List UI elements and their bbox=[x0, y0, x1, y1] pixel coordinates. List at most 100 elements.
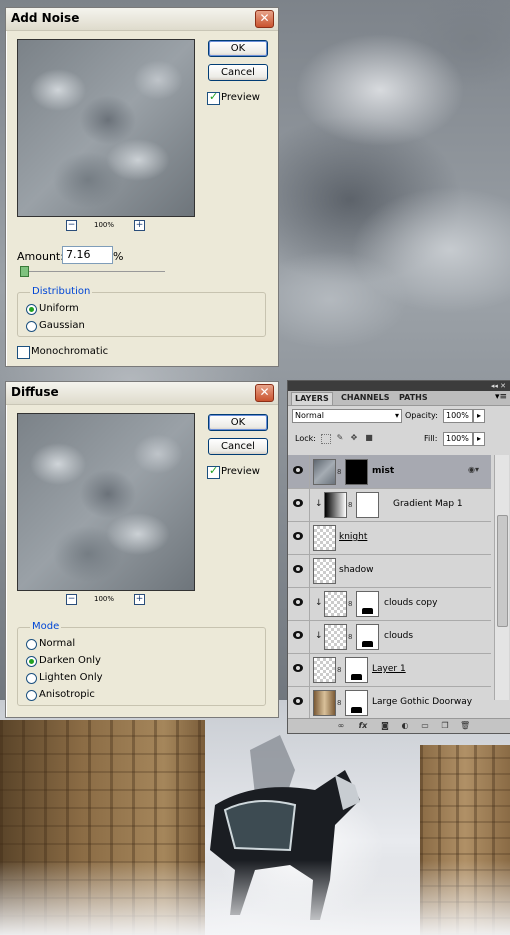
layer-row-clouds[interactable]: ↓ 8 clouds bbox=[288, 620, 491, 654]
distribution-uniform-radio[interactable] bbox=[26, 304, 37, 315]
monochromatic-checkbox[interactable] bbox=[17, 346, 30, 359]
layer-name: clouds bbox=[384, 631, 414, 641]
ok-button[interactable]: OK bbox=[208, 414, 268, 431]
layer-row-layer-1[interactable]: 8 Layer 1 bbox=[288, 653, 491, 687]
amount-slider-track[interactable] bbox=[20, 271, 165, 272]
visibility-cell bbox=[288, 620, 310, 653]
layer-row-clouds-copy[interactable]: ↓ 8 clouds copy bbox=[288, 587, 491, 621]
visibility-cell bbox=[288, 554, 310, 587]
lock-image-pixels-icon[interactable]: ✎ bbox=[336, 434, 344, 442]
preview-checkbox[interactable] bbox=[207, 464, 220, 479]
add-layer-style-icon[interactable]: fx bbox=[358, 721, 368, 731]
layers-panel: ◂◂ ✕ LAYERS CHANNELS PATHS ▾≡ Normal ▾ O… bbox=[287, 380, 510, 734]
link-icon[interactable]: 8 bbox=[348, 501, 352, 509]
layer-name: mist bbox=[372, 466, 395, 476]
layer-row-mist[interactable]: 8 mist ◉▾ bbox=[288, 455, 491, 489]
blend-mode-select[interactable]: Normal ▾ bbox=[292, 409, 402, 423]
clipping-arrow-icon: ↓ bbox=[315, 598, 323, 608]
monochromatic-label: Monochromatic bbox=[31, 346, 109, 357]
trash-icon[interactable]: 🗑 bbox=[460, 721, 470, 731]
amount-input[interactable]: 7.16 bbox=[62, 246, 113, 264]
lock-position-icon[interactable]: ✥ bbox=[350, 434, 358, 442]
amount-slider-thumb[interactable] bbox=[20, 266, 29, 277]
preview-image[interactable] bbox=[17, 413, 195, 591]
eye-icon[interactable] bbox=[293, 466, 303, 474]
cancel-button[interactable]: Cancel bbox=[208, 438, 268, 455]
opacity-arrow-icon[interactable]: ▸ bbox=[473, 409, 485, 423]
layer-thumbnail bbox=[313, 690, 336, 716]
tab-paths[interactable]: PATHS bbox=[396, 392, 431, 404]
mode-lighten-only-label: Lighten Only bbox=[39, 672, 103, 683]
opacity-input[interactable]: 100% bbox=[443, 409, 473, 423]
mist-overlay bbox=[0, 860, 510, 935]
layers-panel-footer: ∞ fx ◙ ◐ ▭ ❐ 🗑 bbox=[288, 718, 510, 733]
link-icon[interactable]: 8 bbox=[337, 699, 341, 707]
scroll-thumb[interactable] bbox=[497, 515, 508, 627]
fill-arrow-icon[interactable]: ▸ bbox=[473, 432, 485, 446]
eye-icon[interactable] bbox=[293, 631, 303, 639]
layer-row-large-gothic-doorway[interactable]: 8 Large Gothic Doorway bbox=[288, 686, 491, 719]
visibility-cell bbox=[288, 686, 310, 719]
lock-transparent-pixels-icon[interactable] bbox=[321, 434, 331, 444]
distribution-title: Distribution bbox=[30, 286, 93, 297]
blend-mode-value: Normal bbox=[295, 411, 324, 420]
adjustment-layer-icon[interactable]: ◐ bbox=[400, 721, 410, 731]
fill-label: Fill: bbox=[424, 434, 438, 443]
zoom-out-button[interactable]: − bbox=[66, 220, 77, 231]
link-layers-icon[interactable]: ∞ bbox=[336, 721, 346, 731]
mode-darken-only-radio[interactable] bbox=[26, 656, 37, 667]
add-mask-icon[interactable]: ◙ bbox=[380, 721, 390, 731]
close-button[interactable]: ✕ bbox=[255, 384, 274, 402]
layers-scrollbar[interactable] bbox=[494, 455, 509, 700]
layer-row-shadow[interactable]: shadow bbox=[288, 554, 491, 588]
layer-name: clouds copy bbox=[384, 598, 438, 608]
smart-object-thumbnail bbox=[313, 525, 336, 551]
tab-layers[interactable]: LAYERS bbox=[291, 392, 333, 405]
fill-input[interactable]: 100% bbox=[443, 432, 473, 446]
eye-icon[interactable] bbox=[293, 697, 303, 705]
layer-style-icon[interactable]: ◉▾ bbox=[468, 465, 479, 474]
diffuse-dialog: Diffuse ✕ OK Cancel Preview − 100% + Mod… bbox=[5, 381, 279, 718]
new-group-icon[interactable]: ▭ bbox=[420, 721, 430, 731]
clipping-arrow-icon: ↓ bbox=[315, 631, 323, 641]
panel-menu-icon[interactable]: ▾≡ bbox=[495, 392, 507, 402]
distribution-gaussian-label: Gaussian bbox=[39, 320, 85, 331]
mode-lighten-only-radio[interactable] bbox=[26, 673, 37, 684]
mode-anisotropic-radio[interactable] bbox=[26, 690, 37, 701]
link-icon[interactable]: 8 bbox=[337, 468, 341, 476]
eye-icon[interactable] bbox=[293, 664, 303, 672]
distribution-gaussian-radio[interactable] bbox=[26, 321, 37, 332]
cancel-button[interactable]: Cancel bbox=[208, 64, 268, 81]
layer-mask-thumbnail bbox=[356, 492, 379, 518]
ok-button[interactable]: OK bbox=[208, 40, 268, 57]
zoom-in-button[interactable]: + bbox=[134, 594, 145, 605]
new-layer-icon[interactable]: ❐ bbox=[440, 721, 450, 731]
zoom-out-button[interactable]: − bbox=[66, 594, 77, 605]
preview-checkbox[interactable] bbox=[207, 90, 220, 105]
add-noise-titlebar[interactable]: Add Noise ✕ bbox=[6, 8, 278, 31]
eye-icon[interactable] bbox=[293, 598, 303, 606]
link-icon[interactable]: 8 bbox=[348, 633, 352, 641]
close-button[interactable]: ✕ bbox=[255, 10, 274, 28]
preview-image[interactable] bbox=[17, 39, 195, 217]
preview-label: Preview bbox=[221, 466, 260, 477]
layer-name: Gradient Map 1 bbox=[393, 499, 463, 509]
link-icon[interactable]: 8 bbox=[337, 666, 341, 674]
eye-icon[interactable] bbox=[293, 565, 303, 573]
layer-row-knight[interactable]: knight bbox=[288, 521, 491, 555]
eye-icon[interactable] bbox=[293, 532, 303, 540]
layer-row-gradient-map-1[interactable]: ↓ 8 Gradient Map 1 bbox=[288, 488, 491, 522]
eye-icon[interactable] bbox=[293, 499, 303, 507]
lock-all-icon[interactable]: ■ bbox=[365, 434, 373, 442]
tab-channels[interactable]: CHANNELS bbox=[338, 392, 392, 404]
layer-mask-thumbnail bbox=[345, 459, 368, 485]
panel-tabs: LAYERS CHANNELS PATHS ▾≡ bbox=[288, 391, 510, 406]
mode-normal-radio[interactable] bbox=[26, 639, 37, 650]
panel-collapse-bar[interactable]: ◂◂ ✕ bbox=[288, 381, 510, 391]
layer-name: Large Gothic Doorway bbox=[372, 697, 473, 707]
zoom-in-button[interactable]: + bbox=[134, 220, 145, 231]
visibility-cell bbox=[288, 521, 310, 554]
add-noise-dialog: Add Noise ✕ OK Cancel Preview − 100% + A… bbox=[5, 7, 279, 367]
link-icon[interactable]: 8 bbox=[348, 600, 352, 608]
diffuse-titlebar[interactable]: Diffuse ✕ bbox=[6, 382, 278, 405]
